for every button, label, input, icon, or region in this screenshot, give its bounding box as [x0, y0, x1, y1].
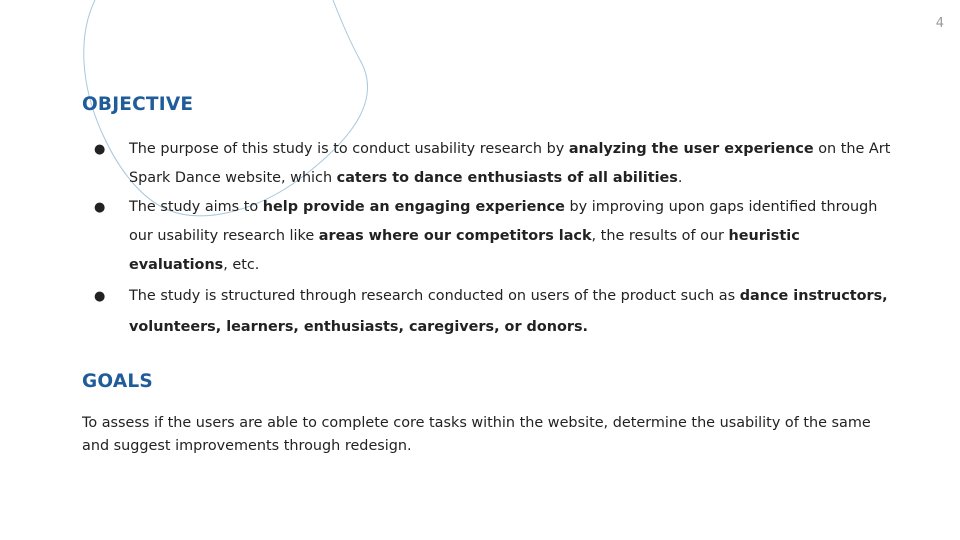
objective-bullet-list: ● The purpose of this study is to conduct…: [92, 135, 892, 343]
bullet-emphasis-text: areas where our competitors lack: [318, 228, 592, 244]
bullet-text: The study is structured through research…: [129, 288, 740, 304]
bullet-text: , the results of our: [591, 228, 729, 244]
goals-paragraph: To assess if the users are able to compl…: [82, 415, 871, 454]
objective-bullet-item: ● The study aims to help provide an engag…: [92, 193, 892, 280]
objective-bullet-item: ● The purpose of this study is to conduct…: [92, 135, 892, 193]
bullet-emphasis-text: help provide an engaging experience: [262, 199, 565, 215]
bullet-emphasis-text: analyzing the user experience: [568, 141, 814, 157]
bullet-text: The study aims to: [129, 199, 263, 215]
goals-heading: GOALS: [82, 371, 153, 392]
bullet-dot-icon: ●: [94, 289, 106, 304]
bullet-dot-icon: ●: [94, 200, 106, 215]
bullet-text: .: [677, 170, 683, 186]
objective-heading: OBJECTIVE: [82, 94, 194, 115]
bullet-text: , etc.: [223, 257, 260, 273]
bullet-emphasis-text: caters to dance enthusiasts of all abili…: [336, 170, 678, 186]
bullet-dot-icon: ●: [94, 142, 106, 157]
objective-bullet-item: ● The study is structured through researc…: [92, 281, 892, 343]
bullet-text: The purpose of this study is to conduct …: [129, 141, 569, 157]
page-number: 4: [935, 16, 944, 31]
